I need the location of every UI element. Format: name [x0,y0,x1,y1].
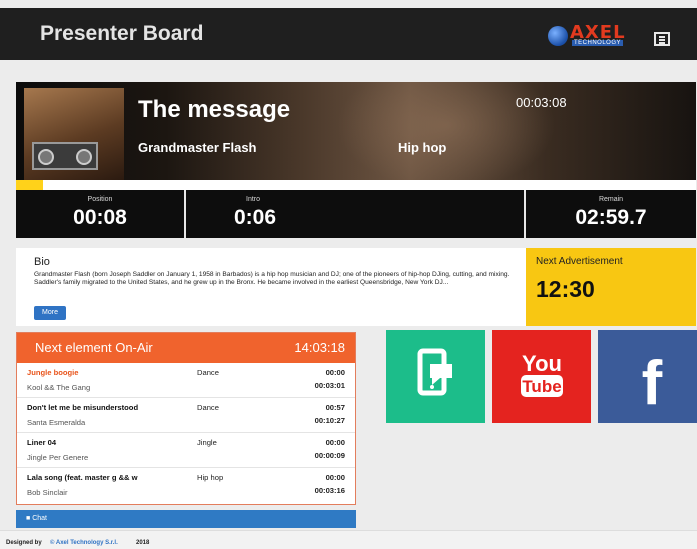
remain-label: Remain [598,196,624,203]
boombox-graphic [32,142,98,170]
on-air-time: 14:03:18 [294,340,345,355]
remain-value: 02:59.7 [575,206,647,229]
album-cover [24,88,124,180]
advertisement-heading: Next Advertisement [536,256,623,267]
song-progress-bar [16,180,696,190]
more-button[interactable]: More [34,306,66,320]
youtube-tile[interactable]: You Tube [492,330,591,423]
item-duration: 00:00 [325,473,345,482]
mobile-app-icon [417,348,452,396]
counters-bar: Position 00:08 Intro 0:06 Remain 02:59.7 [16,190,696,238]
list-item[interactable]: Jungle boogie Kool && The Gang Dance 00:… [17,363,355,398]
item-start: 00:00:09 [314,451,345,460]
intro-value: 0:06 [234,206,277,229]
item-title: Lala song (feat. master g && w [27,473,138,482]
item-title: Liner 04 [27,438,57,447]
intro-label: Intro [246,196,261,203]
item-genre: Dance [197,403,219,412]
item-start: 00:10:27 [314,416,345,425]
item-genre: Hip hop [197,473,224,482]
song-artist: Grandmaster Flash [138,140,257,155]
item-duration: 00:00 [325,438,345,447]
menu-icon[interactable] [654,32,670,46]
song-title: The message [138,96,291,123]
page-title: Presenter Board [40,22,204,45]
progress-fill [16,180,44,190]
item-genre: Dance [197,368,219,377]
advertisement-time: 12:30 [536,276,595,302]
remain-counter: Remain 02:59.7 [526,190,696,238]
logo-subtitle: TECHNOLOGY [572,40,624,46]
list-item[interactable]: Don't let me be misunderstood Santa Esme… [17,398,355,433]
next-advertisement-panel: Next Advertisement 12:30 [526,248,696,326]
footer-year: 2018 [136,540,150,546]
chat-label: Chat [32,515,47,522]
next-on-air-panel: Next element On-Air 14:03:18 Jungle boog… [16,332,356,505]
on-air-header: Next element On-Air 14:03:18 [17,333,355,363]
axel-logo[interactable]: AXEL TECHNOLOGY [548,22,642,48]
youtube-icon: You Tube [521,351,563,397]
list-item[interactable]: Lala song (feat. master g && w Bob Sincl… [17,468,355,503]
bio-heading: Bio [34,256,50,268]
item-artist: Kool && The Gang [27,383,91,392]
item-title: Jungle boogie [27,368,79,377]
globe-icon [548,26,568,46]
position-value: 00:08 [73,206,127,229]
chat-button[interactable]: ■ Chat [16,510,356,528]
top-bar: Presenter Board AXEL TECHNOLOGY [0,8,697,60]
list-item[interactable]: Liner 04 Jingle Per Genere Jingle 00:00 … [17,433,355,468]
position-label: Position [87,196,113,203]
bio-text: Grandmaster Flash (born Joseph Saddler o… [34,271,510,287]
item-start: 00:03:16 [314,486,345,495]
item-artist: Bob Sinclair [27,488,68,497]
facebook-tile[interactable]: f [598,330,697,423]
youtube-icon-top: You [522,351,562,376]
item-start: 00:03:01 [314,381,345,390]
item-artist: Jingle Per Genere [27,453,89,462]
on-air-heading: Next element On-Air [35,340,153,355]
facebook-icon: f [642,349,663,418]
footer: Designed by © Axel Technology S.r.l. 201… [0,530,697,549]
mobile-app-tile[interactable] [386,330,485,423]
item-duration: 00:57 [325,403,345,412]
footer-company-link[interactable]: © Axel Technology S.r.l. [50,540,118,546]
footer-prefix: Designed by [6,540,42,546]
youtube-icon-bottom: Tube [522,377,561,396]
item-artist: Santa Esmeralda [27,418,86,427]
bio-panel: Bio Grandmaster Flash (born Joseph Saddl… [16,248,526,326]
facebook-icon-letter: f [642,349,663,418]
chat-icon: ■ [26,515,31,522]
item-title: Don't let me be misunderstood [27,403,139,412]
intro-counter: Intro 0:06 [186,190,526,238]
position-counter: Position 00:08 [16,190,186,238]
song-time: 00:03:08 [516,95,567,110]
now-playing-banner: The message Grandmaster Flash Hip hop 00… [16,82,696,190]
song-genre: Hip hop [398,140,447,155]
item-duration: 00:00 [325,368,345,377]
item-genre: Jingle [197,438,217,447]
